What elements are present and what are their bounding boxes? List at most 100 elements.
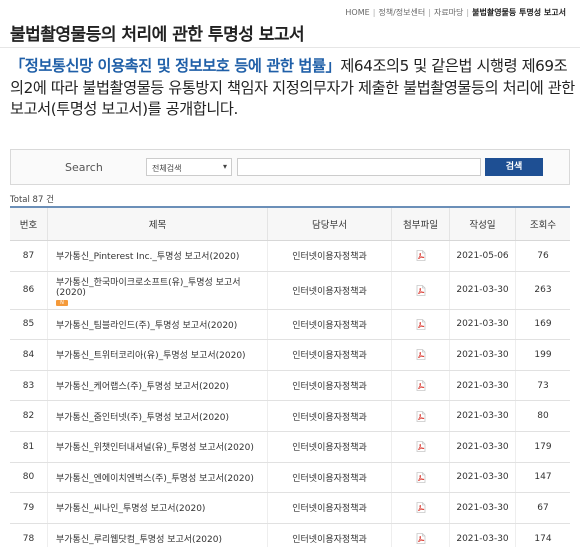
breadcrumb-separator: | [428,8,431,17]
row-title-wrap: 부가통신_케어랩스(주)_투명성 보고서(2020) [56,379,229,392]
row-title-link[interactable]: 부가통신_줌인터넷(주)_투명성 보고서(2020) [56,410,229,423]
row-number: 82 [10,401,48,431]
row-views: 67 [537,502,549,513]
row-views: 73 [537,380,549,391]
row-title-cell: 부가통신_한국마이크로소프트(유)_투명성 보고서(2020) N [48,271,268,309]
pdf-icon [416,284,425,296]
table-row[interactable]: 81 부가통신_위챗인터내셔널(유)_투명성 보고서(2020) 인터넷이용자정책과… [10,431,570,463]
search-scope-value: 전체검색 [152,164,182,173]
header-date: 작성일 [450,208,516,240]
row-date: 2021-03-30 [450,340,516,370]
search-button[interactable]: 검색 [485,158,543,176]
new-icon: N [56,299,68,306]
row-views: 147 [534,472,552,483]
row-title-wrap: 부가통신_씨나인_투명성 보고서(2020) [56,501,205,514]
table-header: 번호 제목 담당부서 첨부파일 작성일 조회수 [10,208,570,241]
row-title-link[interactable]: 부가통신_한국마이크로소프트(유)_투명성 보고서(2020) [56,275,267,298]
row-date: 2021-03-30 [450,431,516,462]
row-title-cell: 부가통신_위챗인터내셔널(유)_투명성 보고서(2020) [48,431,268,462]
row-views: 76 [537,250,549,261]
row-attachment[interactable] [392,493,450,523]
row-views: 199 [534,349,552,360]
table-row[interactable]: 87 부가통신_Pinterest Inc._투명성 보고서(2020) 인터넷이용… [10,241,570,272]
pdf-icon [416,471,425,483]
row-department: 인터넷이용자정책과 [268,370,392,401]
row-title-link[interactable]: 부가통신_트위터코리아(유)_투명성 보고서(2020) [56,348,246,361]
table-row[interactable]: 83 부가통신_케어랩스(주)_투명성 보고서(2020) 인터넷이용자정책과 202… [10,370,570,402]
row-attachment[interactable] [392,401,450,431]
row-department: 인터넷이용자정책과 [268,309,392,340]
pdf-icon [416,380,425,391]
row-number: 78 [10,523,48,547]
row-title-link[interactable]: 부가통신_팀블라인드(주)_투명성 보고서(2020) [56,318,237,331]
row-title-wrap: 부가통신_트위터코리아(유)_투명성 보고서(2020) [56,348,246,361]
row-views: 174 [534,533,552,544]
search-panel: Search 전체검색 ▾ 검색 [10,149,570,185]
row-department: 인터넷이용자정책과 [268,401,392,431]
row-title-cell: 부가통신_트위터코리아(유)_투명성 보고서(2020) [48,340,268,370]
breadcrumb-current: 불법촬영물등 투명성 보고서 [472,8,566,17]
row-attachment[interactable] [392,309,450,340]
breadcrumb-archive[interactable]: 자료마당 [434,7,463,18]
row-number: 79 [10,493,48,523]
page-title: 불법촬영물등의 처리에 관한 투명성 보고서 [10,25,305,45]
row-attachment[interactable] [392,431,450,462]
row-date: 2021-03-30 [450,493,516,523]
row-attachment[interactable] [392,370,450,401]
row-number: 86 [10,271,48,309]
row-title-link[interactable]: 부가통신_Pinterest Inc._투명성 보고서(2020) [56,249,239,262]
row-department: 인터넷이용자정책과 [268,523,392,547]
row-attachment[interactable] [392,462,450,493]
breadcrumb-separator: | [372,8,376,17]
pdf-icon [416,410,425,422]
row-attachment[interactable] [392,523,450,547]
table-row[interactable]: 85 부가통신_팀블라인드(주)_투명성 보고서(2020) 인터넷이용자정책과 20… [10,309,570,341]
row-title-link[interactable]: 부가통신_씨나인_투명성 보고서(2020) [56,501,205,514]
row-title-link[interactable]: 부가통신_엔에이치엔벅스(주)_투명성 보고서(2020) [56,471,254,484]
table-row[interactable]: 80 부가통신_엔에이치엔벅스(주)_투명성 보고서(2020) 인터넷이용자정책과… [10,462,570,494]
row-number: 83 [10,370,48,401]
row-title-cell: 부가통신_케어랩스(주)_투명성 보고서(2020) [48,370,268,401]
intro-text: 「정보통신망 이용촉진 및 정보보호 등에 관한 법률」제64조의5 및 같은법… [10,56,576,121]
row-attachment[interactable] [392,271,450,309]
row-title-link[interactable]: 부가통신_위챗인터내셔널(유)_투명성 보고서(2020) [56,440,254,453]
breadcrumb-policy-center[interactable]: 정책/정보센터 [378,7,425,18]
row-title-wrap: 부가통신_엔에이치엔벅스(주)_투명성 보고서(2020) [56,471,254,484]
row-number: 81 [10,431,48,462]
row-attachment[interactable] [392,340,450,370]
header-title: 제목 [48,208,268,240]
search-input[interactable] [237,158,481,176]
table-row[interactable]: 78 부가통신_루리웹닷컴_투명성 보고서(2020) 인터넷이용자정책과 2021-… [10,523,570,547]
table-row[interactable]: 86 부가통신_한국마이크로소프트(유)_투명성 보고서(2020) N 인터넷이용자… [10,271,570,310]
row-views: 80 [537,411,549,422]
row-title-link[interactable]: 부가통신_루리웹닷컴_투명성 보고서(2020) [56,532,222,545]
row-views: 263 [534,285,552,296]
header-number: 번호 [10,208,48,240]
pdf-icon [416,502,425,514]
table-row[interactable]: 79 부가통신_씨나인_투명성 보고서(2020) 인터넷이용자정책과 2021-03… [10,493,570,524]
row-title-wrap: 부가통신_Pinterest Inc._투명성 보고서(2020) [56,249,239,262]
table-row[interactable]: 84 부가통신_트위터코리아(유)_투명성 보고서(2020) 인터넷이용자정책과 2… [10,340,570,371]
row-title-link[interactable]: 부가통신_케어랩스(주)_투명성 보고서(2020) [56,379,229,392]
pdf-icon [416,318,425,330]
breadcrumb-home[interactable]: HOME [345,8,369,17]
table-row[interactable]: 82 부가통신_줌인터넷(주)_투명성 보고서(2020) 인터넷이용자정책과 202… [10,401,570,432]
search-label: Search [65,161,103,174]
row-number: 84 [10,340,48,370]
row-department: 인터넷이용자정책과 [268,462,392,493]
row-title-wrap: 부가통신_위챗인터내셔널(유)_투명성 보고서(2020) [56,440,254,453]
row-attachment[interactable] [392,241,450,271]
header-views: 조회수 [529,220,557,231]
header-department: 담당부서 [268,208,392,240]
row-views: 169 [534,319,552,330]
row-department: 인터넷이용자정책과 [268,493,392,523]
row-title-wrap: 부가통신_팀블라인드(주)_투명성 보고서(2020) [56,318,237,331]
row-number: 80 [10,462,48,493]
law-name: 「정보통신망 이용촉진 및 정보보호 등에 관한 법률」 [10,57,341,75]
search-scope-select[interactable]: 전체검색 ▾ [146,158,232,176]
row-title-cell: 부가통신_Pinterest Inc._투명성 보고서(2020) [48,241,268,271]
row-number: 85 [10,309,48,340]
row-department: 인터넷이용자정책과 [268,241,392,271]
row-title-cell: 부가통신_팀블라인드(주)_투명성 보고서(2020) [48,309,268,340]
chevron-down-icon: ▾ [222,162,227,171]
